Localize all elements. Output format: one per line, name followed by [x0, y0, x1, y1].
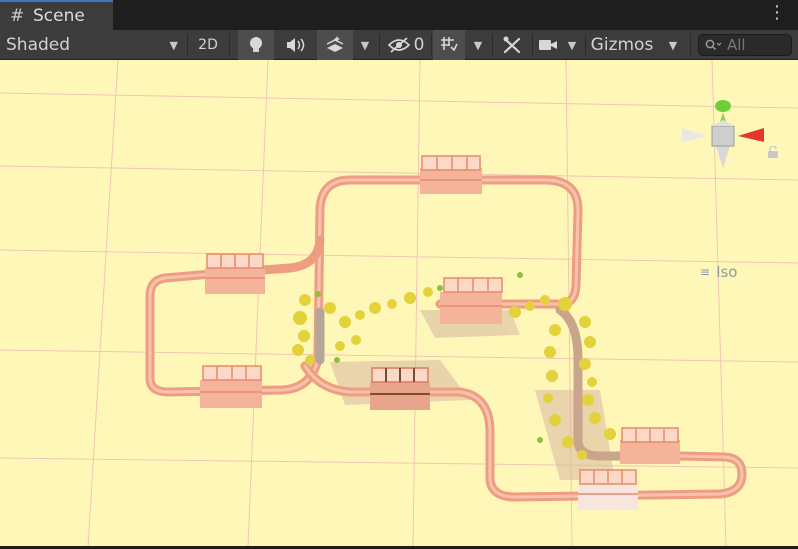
audio-icon [287, 38, 305, 52]
divider [229, 34, 230, 56]
divider [379, 34, 380, 56]
gizmos-label: Gizmos [590, 35, 654, 55]
divider [690, 34, 691, 56]
kebab-menu-icon[interactable]: ⋮ [768, 4, 786, 22]
station-west [205, 253, 265, 294]
search-icon [705, 39, 722, 51]
divider [492, 34, 493, 56]
divider [431, 34, 432, 56]
effects-toggle-button[interactable] [317, 30, 353, 60]
chevron-down-icon: ▼ [668, 38, 678, 52]
station-north [420, 155, 482, 194]
tab-scene[interactable]: # Scene [0, 0, 113, 30]
grid-snap-icon [441, 37, 458, 52]
scene-viewport[interactable]: ≡ Iso [0, 60, 798, 546]
shading-mode-dropdown[interactable]: Shaded ▼ [0, 30, 186, 60]
scene-grid [0, 60, 798, 546]
grid-icon: # [10, 6, 25, 26]
lock-icon[interactable] [767, 143, 779, 162]
chevron-down-icon: ▼ [567, 38, 577, 52]
2d-toggle-label: 2D [198, 37, 218, 53]
station-central [370, 367, 430, 410]
station-southwest [200, 365, 262, 408]
divider [585, 34, 586, 56]
gizmos-dropdown[interactable]: ▼ [661, 30, 685, 60]
2d-toggle-button[interactable]: 2D [191, 30, 225, 60]
camera-dropdown[interactable]: ▼ [561, 30, 583, 60]
chevron-down-icon: ▼ [169, 38, 178, 52]
effects-dropdown[interactable]: ▼ [354, 30, 376, 60]
grid-snap-toggle-button[interactable] [433, 30, 465, 60]
lighting-toggle-button[interactable] [238, 30, 274, 60]
effects-icon [326, 36, 344, 52]
station-east [440, 277, 503, 324]
hidden-count: 0 [413, 35, 425, 55]
station-south [578, 469, 638, 510]
scene-visibility-button[interactable]: 0 [382, 30, 430, 60]
shading-mode-label: Shaded [6, 35, 71, 55]
divider [187, 34, 188, 56]
orientation-gizmo[interactable] [682, 100, 764, 168]
camera-settings-button[interactable] [536, 30, 560, 60]
tools-button[interactable] [494, 30, 530, 60]
chevron-down-icon: ▼ [473, 38, 483, 52]
search-field[interactable]: All [698, 34, 792, 56]
station-southeast [620, 427, 680, 464]
projection-label: Iso [716, 263, 738, 281]
scene-toolbar: Shaded ▼ 2D ▼ 0 ▼ ▼ Gizmos ▼ All [0, 30, 798, 60]
audio-toggle-button[interactable] [276, 30, 314, 60]
camera-icon [539, 40, 557, 50]
search-placeholder: All [727, 36, 746, 54]
tools-icon [503, 36, 521, 54]
tab-bar: # Scene ⋮ [0, 0, 798, 30]
lightbulb-icon [250, 37, 262, 52]
eye-hidden-icon [387, 37, 410, 53]
chevron-down-icon: ▼ [360, 38, 370, 52]
tab-title: Scene [33, 6, 85, 26]
grid-dropdown[interactable]: ▼ [466, 30, 490, 60]
projection-toggle[interactable]: ≡ Iso [700, 263, 737, 281]
scene-canvas[interactable] [0, 60, 798, 546]
iso-icon: ≡ [700, 265, 711, 279]
divider [532, 34, 533, 56]
gizmos-button[interactable]: Gizmos [587, 30, 657, 60]
